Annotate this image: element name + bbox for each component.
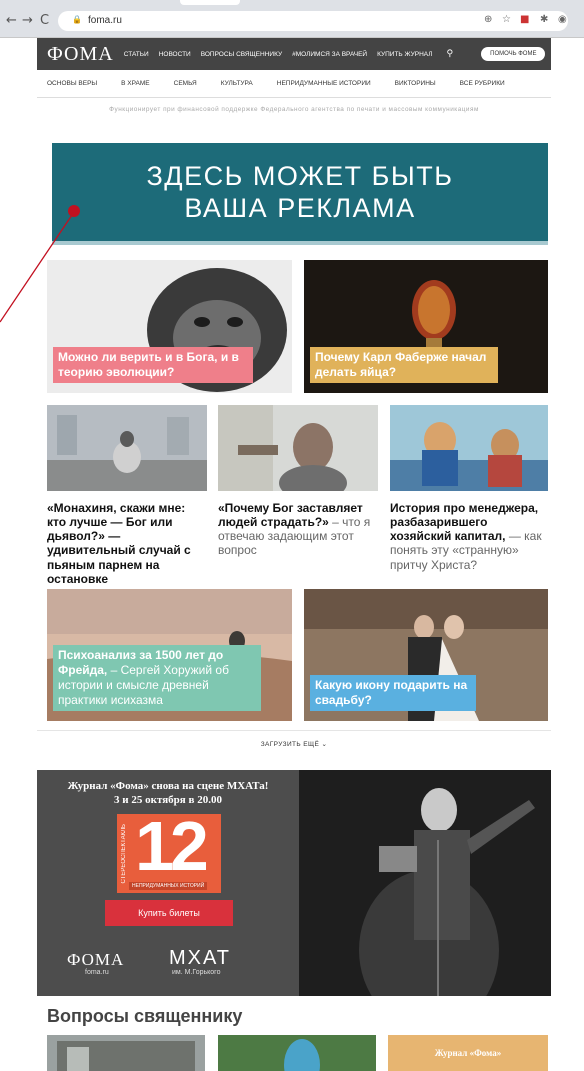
article-image: [47, 405, 207, 491]
puzzle-icon[interactable]: ✱: [540, 14, 548, 25]
article-image: [390, 405, 548, 491]
speaker-photo: [299, 770, 551, 996]
article-title: Какую икону подарить на свадьбу?: [310, 675, 476, 711]
mhat-logo-sub: им. М.Горького: [172, 969, 221, 976]
article-title: Психоанализ за 1500 лет до Фрейда, – Сер…: [53, 645, 261, 711]
browser-toolbar: ← → C 🔒 foma.ru ⊕ ☆ ■ ✱ ◉: [0, 0, 584, 38]
search-icon[interactable]: ⚲: [447, 49, 454, 59]
banner-date: 3 и 25 октября в 20.00: [114, 794, 222, 806]
nav-item-news[interactable]: НОВОСТИ: [159, 51, 191, 58]
promo-banner[interactable]: Журнал «Фома» снова на сцене МХАТа! 3 и …: [37, 770, 551, 996]
reload-button[interactable]: C: [40, 13, 49, 28]
extension-icon[interactable]: ■: [520, 14, 529, 25]
main-nav: СТАТЬИ НОВОСТИ ВОПРОСЫ СВЯЩЕННИКУ #МОЛИМ…: [124, 51, 443, 58]
profile-icon[interactable]: ◉: [558, 14, 567, 25]
rubric-nav: ОСНОВЫ ВЕРЫ В ХРАМЕ СЕМЬЯ КУЛЬТУРА НЕПРИ…: [37, 70, 551, 98]
article-title: Можно ли верить и в Бога, и в теорию эво…: [53, 347, 253, 383]
nav-item-pray[interactable]: #МОЛИМСЯ ЗА ВРАЧЕЙ: [292, 51, 367, 58]
rubric-family[interactable]: СЕМЬЯ: [174, 80, 197, 87]
article-image: [218, 405, 378, 491]
mhat-logo: МХАТ: [169, 947, 231, 969]
load-more-button[interactable]: ЗАГРУЗИТЬ ЕЩЁ ⌄: [37, 736, 551, 748]
rubric-quizzes[interactable]: ВИКТОРИНЫ: [395, 80, 436, 87]
article-text: «Монахиня, скажи мне: кто лучше — Бог ил…: [47, 501, 191, 585]
nav-item-buy-magazine[interactable]: КУПИТЬ ЖУРНАЛ: [377, 51, 432, 58]
nav-item-questions[interactable]: ВОПРОСЫ СВЯЩЕННИКУ: [201, 51, 282, 58]
nav-item-articles[interactable]: СТАТЬИ: [124, 51, 149, 58]
article-text: «Почему Бог заставляет людей страдать?» …: [218, 501, 371, 558]
site-header: ФОМА СТАТЬИ НОВОСТИ ВОПРОСЫ СВЯЩЕННИКУ #…: [37, 38, 551, 70]
section-title: Вопросы священнику: [47, 1006, 243, 1026]
article-card[interactable]: «Монахиня, скажи мне: кто лучше — Бог ил…: [47, 405, 207, 585]
article-title: Почему Карл Фаберже начал делать яйца?: [310, 347, 498, 383]
active-tab[interactable]: [180, 0, 240, 5]
article-card[interactable]: Почему Карл Фаберже начал делать яйца?: [304, 260, 548, 393]
zoom-icon[interactable]: ⊕: [484, 14, 492, 25]
star-icon[interactable]: ☆: [502, 14, 511, 25]
site-logo[interactable]: ФОМА: [47, 43, 114, 66]
forward-button[interactable]: →: [22, 13, 33, 28]
rubric-church[interactable]: В ХРАМЕ: [121, 80, 149, 87]
rubric-stories[interactable]: НЕПРИДУМАННЫЕ ИСТОРИИ: [277, 80, 371, 87]
article-card[interactable]: История про менеджера, разбазарившего хо…: [390, 405, 548, 585]
article-card[interactable]: Какую икону подарить на свадьбу?: [304, 589, 548, 721]
foma-logo: ФОМА: [67, 950, 125, 969]
buy-tickets-button[interactable]: Купить билеты: [105, 900, 233, 926]
banner-left: Журнал «Фома» снова на сцене МХАТа! 3 и …: [37, 770, 299, 996]
help-foma-button[interactable]: ПОМОЧЬ ФОМЕ: [481, 47, 546, 61]
back-button[interactable]: ←: [6, 13, 17, 28]
banner-title: Журнал «Фома» снова на сцене МХАТа!: [67, 780, 269, 792]
rubric-all[interactable]: ВСЕ РУБРИКИ: [460, 80, 505, 87]
article-card[interactable]: Психоанализ за 1500 лет до Фрейда, – Сер…: [47, 589, 292, 721]
divider: [37, 730, 551, 731]
rubric-faith[interactable]: ОСНОВЫ ВЕРЫ: [47, 80, 97, 87]
question-card-image[interactable]: [218, 1035, 376, 1071]
rubric-culture[interactable]: КУЛЬТУРА: [221, 80, 253, 87]
question-card-image[interactable]: [47, 1035, 205, 1071]
article-text: История про менеджера, разбазарившего хо…: [390, 501, 542, 572]
magazine-card[interactable]: Журнал «Фома»: [388, 1035, 548, 1071]
ad-line-1: ЗДЕСЬ МОЖЕТ БЫТЬ: [146, 160, 454, 191]
show-poster: СТЕРЕОСПЕКТАКЛЬ 12 НЕПРИДУМАННЫХ ИСТОРИЙ: [117, 807, 221, 893]
url-text[interactable]: foma.ru: [88, 15, 122, 26]
ad-line-2: ВАША РЕКЛАМА: [184, 193, 416, 223]
article-card[interactable]: «Почему Бог заставляет людей страдать?» …: [218, 405, 378, 585]
ad-banner[interactable]: ЗДЕСЬ МОЖЕТ БЫТЬ ВАША РЕКЛАМА: [52, 143, 548, 245]
foma-logo-sub: foma.ru: [85, 969, 109, 976]
funding-note: Функционирует при финансовой поддержке Ф…: [109, 106, 479, 113]
lock-icon: 🔒: [72, 15, 82, 24]
article-card[interactable]: Можно ли верить и в Бога, и в теорию эво…: [47, 260, 292, 393]
